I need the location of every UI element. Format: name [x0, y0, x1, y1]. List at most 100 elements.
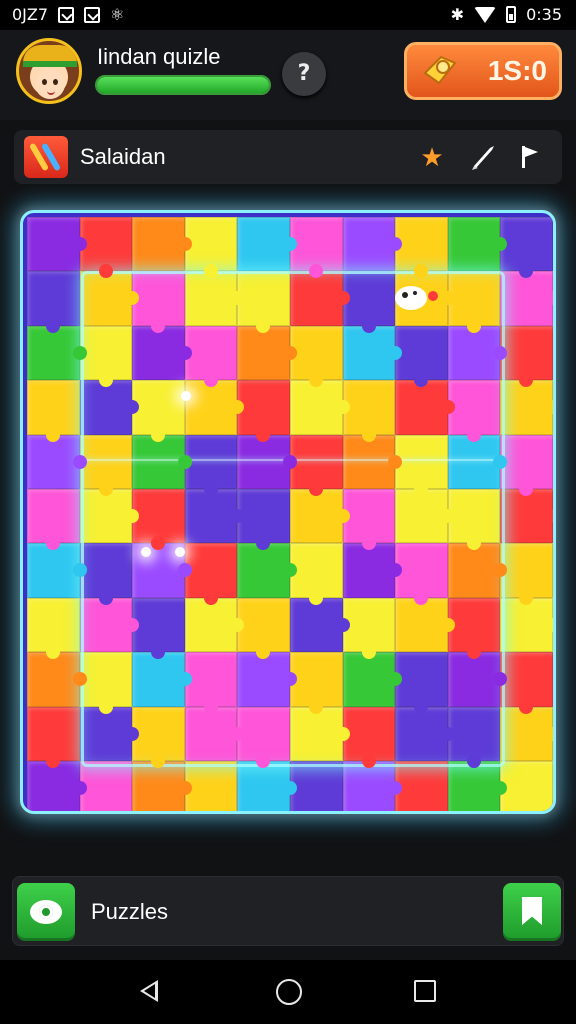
puzzle-piece[interactable] — [289, 271, 350, 326]
puzzle-piece[interactable] — [447, 217, 508, 272]
puzzle-piece[interactable] — [500, 271, 553, 326]
puzzle-piece[interactable] — [79, 760, 133, 811]
puzzle-piece[interactable] — [342, 543, 403, 598]
puzzle-grid[interactable] — [27, 217, 553, 811]
puzzle-piece[interactable] — [500, 760, 553, 811]
puzzle-piece[interactable] — [132, 271, 185, 333]
puzzle-piece[interactable] — [395, 217, 448, 279]
puzzle-piece[interactable] — [342, 380, 396, 442]
rocket-icon[interactable] — [468, 142, 500, 172]
puzzle-piece[interactable] — [132, 488, 185, 551]
home-icon[interactable] — [276, 979, 302, 1005]
puzzle-piece[interactable] — [79, 488, 140, 544]
puzzle-piece[interactable] — [184, 543, 238, 605]
help-button[interactable]: ? — [282, 52, 326, 96]
puzzle-piece[interactable] — [79, 652, 133, 714]
puzzle-piece[interactable] — [237, 706, 290, 768]
puzzle-piece[interactable] — [79, 325, 133, 388]
tools-icon[interactable] — [24, 136, 68, 178]
puzzle-piece[interactable] — [500, 434, 553, 496]
puzzle-piece[interactable] — [184, 706, 245, 761]
puzzle-piece[interactable] — [500, 652, 553, 714]
puzzle-piece[interactable] — [132, 706, 185, 768]
puzzle-piece[interactable] — [27, 217, 87, 272]
puzzle-piece[interactable] — [342, 217, 403, 272]
puzzle-piece[interactable] — [289, 217, 343, 279]
star-icon[interactable]: ★ — [416, 142, 448, 172]
puzzle-piece[interactable] — [289, 488, 350, 544]
puzzle-piece[interactable] — [184, 325, 238, 388]
bookmark-button[interactable] — [503, 883, 561, 941]
puzzle-piece[interactable] — [237, 380, 290, 442]
puzzle-piece[interactable] — [237, 434, 297, 489]
puzzle-piece[interactable] — [447, 652, 508, 707]
puzzle-piece[interactable] — [395, 652, 448, 714]
puzzle-piece[interactable] — [289, 760, 343, 811]
puzzle-piece[interactable] — [184, 271, 245, 326]
puzzle-piece[interactable] — [395, 543, 448, 605]
puzzle-piece[interactable] — [342, 652, 403, 707]
puzzle-piece[interactable] — [342, 271, 396, 333]
puzzle-piece[interactable] — [132, 217, 192, 272]
puzzle-piece[interactable] — [447, 597, 501, 660]
puzzle-piece[interactable] — [237, 488, 290, 551]
puzzle-piece[interactable] — [132, 434, 192, 489]
puzzle-piece[interactable] — [27, 488, 80, 551]
puzzle-piece[interactable] — [447, 706, 501, 768]
puzzle-piece[interactable] — [500, 488, 553, 544]
puzzle-piece[interactable] — [342, 488, 396, 551]
puzzle-piece[interactable] — [184, 597, 245, 653]
puzzle-piece[interactable] — [395, 760, 448, 811]
puzzle-piece[interactable] — [289, 325, 343, 388]
selected-piece-marker[interactable] — [393, 283, 439, 313]
puzzle-piece[interactable] — [184, 434, 238, 496]
puzzle-piece[interactable] — [447, 488, 501, 551]
puzzle-piece[interactable] — [184, 217, 238, 279]
recents-icon[interactable] — [414, 980, 436, 1002]
puzzle-piece[interactable] — [79, 217, 133, 279]
puzzle-piece[interactable] — [342, 325, 403, 381]
puzzle-piece[interactable] — [132, 760, 192, 811]
puzzle-piece[interactable] — [132, 380, 185, 442]
puzzle-piece[interactable] — [237, 217, 297, 272]
puzzle-piece[interactable] — [237, 543, 297, 598]
back-icon[interactable] — [140, 980, 158, 1002]
puzzle-piece[interactable] — [395, 488, 455, 544]
puzzle-piece[interactable] — [342, 434, 403, 489]
puzzle-piece[interactable] — [79, 706, 140, 761]
puzzle-piece[interactable] — [237, 271, 290, 333]
puzzles-label[interactable]: Puzzles — [91, 899, 168, 925]
puzzle-piece[interactable] — [289, 597, 350, 653]
puzzle-piece[interactable] — [79, 271, 140, 326]
puzzle-piece[interactable] — [395, 706, 455, 761]
puzzle-piece[interactable] — [237, 652, 297, 707]
puzzle-piece[interactable] — [184, 380, 245, 435]
puzzle-piece[interactable] — [132, 597, 185, 660]
puzzle-piece[interactable] — [27, 434, 87, 489]
puzzle-piece[interactable] — [27, 652, 87, 707]
puzzle-piece[interactable] — [289, 434, 343, 496]
puzzle-piece[interactable] — [395, 325, 448, 388]
timer-badge[interactable]: 1S:0 — [404, 42, 562, 100]
puzzle-piece[interactable] — [500, 325, 553, 388]
puzzle-piece[interactable] — [237, 760, 297, 811]
puzzle-piece[interactable] — [184, 652, 238, 714]
puzzle-piece[interactable] — [27, 706, 80, 768]
puzzle-piece[interactable] — [447, 543, 508, 598]
puzzle-piece[interactable] — [27, 760, 87, 811]
puzzle-piece[interactable] — [395, 434, 448, 496]
puzzle-piece[interactable] — [500, 706, 553, 761]
player-avatar[interactable] — [16, 38, 82, 104]
puzzle-piece[interactable] — [184, 488, 245, 544]
puzzle-piece[interactable] — [289, 652, 343, 714]
puzzle-piece[interactable] — [27, 597, 80, 660]
puzzle-piece[interactable] — [500, 380, 553, 435]
puzzle-piece[interactable] — [289, 543, 343, 605]
puzzle-piece[interactable] — [79, 380, 140, 435]
flag-icon[interactable] — [514, 142, 546, 172]
puzzle-piece[interactable] — [500, 217, 553, 279]
puzzle-piece[interactable] — [395, 380, 455, 435]
puzzle-piece[interactable] — [500, 597, 553, 653]
puzzle-piece[interactable] — [447, 760, 508, 811]
puzzle-piece[interactable] — [27, 271, 80, 333]
